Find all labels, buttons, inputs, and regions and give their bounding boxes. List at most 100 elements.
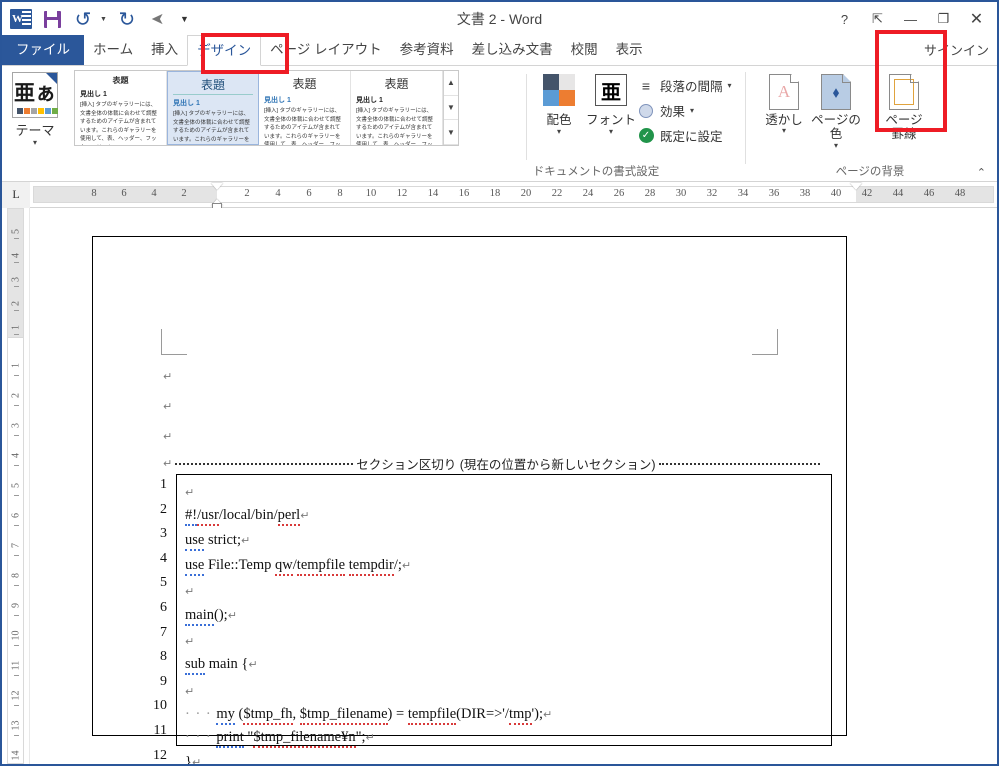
line-number: 8	[160, 649, 167, 665]
tab-page-layout[interactable]: ページ レイアウト	[261, 35, 390, 65]
vertical-scrollbar[interactable]	[995, 208, 997, 764]
undo-dropdown-icon[interactable]: ▼	[100, 16, 107, 23]
paragraph-spacing-button[interactable]: ≡ 段落の間隔 ▾	[637, 75, 736, 96]
tab-design[interactable]: デザイン	[187, 35, 262, 66]
ruler-number: 38	[799, 188, 811, 199]
horizontal-ruler[interactable]: L 8 6 4 2 2 4 6 8 10 12 14 16 18 20 22 2…	[2, 181, 997, 209]
line-number: 6	[160, 599, 167, 615]
style-body: [挿入] タブのギャラリーには、文書全体の体裁に合わせて調整するためのアイテムが…	[356, 108, 434, 145]
style-set-item[interactable]: 表題 見出し 1 [挿入] タブのギャラリーには、文書全体の体裁に合わせて調整す…	[351, 71, 443, 145]
style-body: [挿入] タブのギャラリーには、文書全体の体裁に合わせて調整するためのアイテムが…	[173, 111, 251, 143]
help-button[interactable]: ?	[828, 5, 861, 33]
ruler-number: 24	[582, 188, 594, 199]
vertical-ruler[interactable]: 5 4 3 2 1 1 2 3 4 5 6 7 8 9 10 11 12 13 …	[2, 208, 30, 764]
watermark-button[interactable]: A 透かし ▾	[758, 70, 810, 135]
vruler-number: 1	[10, 325, 22, 330]
gallery-scroll-up-icon[interactable]: ▲	[444, 71, 458, 96]
maximize-button[interactable]: ❐	[927, 5, 960, 33]
line-number: 5	[160, 575, 167, 591]
ruler-track[interactable]: 8 6 4 2 2 4 6 8 10 12 14 16 18 20 22 24 …	[33, 183, 994, 209]
line-number: 12	[153, 747, 167, 763]
margin-corner-top-right	[752, 329, 778, 355]
code-line-2[interactable]: #!/usr/local/bin/perl↵	[185, 507, 309, 526]
save-icon[interactable]	[41, 8, 63, 30]
effects-button[interactable]: 効果 ▾	[637, 100, 736, 121]
fonts-button[interactable]: 亜 フォント ▾	[585, 70, 637, 136]
ruler-number: 6	[121, 188, 127, 199]
tab-review[interactable]: 校閲	[562, 35, 607, 65]
code-line-8[interactable]: sub main {↵	[185, 656, 258, 675]
paragraph-mark: ↵	[185, 685, 195, 698]
customize-qat-icon[interactable]: ▼	[180, 14, 189, 24]
tab-references[interactable]: 参考資料	[391, 35, 463, 65]
close-button[interactable]: ✕	[960, 5, 993, 33]
page-borders-icon	[889, 74, 919, 110]
style-set-item[interactable]: 表題 見出し 1 [挿入] タブのギャラリーには、文書全体の体裁に合わせて調整す…	[167, 71, 259, 145]
signin-link[interactable]: サインイン	[924, 36, 989, 66]
tab-mailings[interactable]: 差し込み文書	[463, 35, 562, 65]
style-title: 表題	[292, 77, 317, 91]
document-canvas[interactable]: ↵ ↵ ↵ ↵ セクション区切り (現在の位置から新しいセクション) 1 2 3	[30, 208, 997, 764]
style-body: [挿入] タブのギャラリーには、文書全体の体裁に合わせて調整するためのアイテムが…	[80, 102, 158, 145]
ribbon-tabs: ファイル ホーム 挿入 デザイン ページ レイアウト 参考資料 差し込み文書 校…	[2, 35, 997, 66]
page-borders-button[interactable]: ページ 罫線	[878, 70, 930, 142]
watermark-label: 透かし	[765, 113, 803, 127]
fonts-dropdown-icon[interactable]: ▾	[609, 128, 613, 136]
page-color-dropdown-icon[interactable]: ▾	[834, 141, 838, 150]
collapse-ribbon-icon[interactable]: ⌃	[977, 166, 986, 179]
line-number: 10	[153, 698, 167, 714]
set-as-default-button[interactable]: ✓ 既定に設定	[637, 125, 736, 146]
ruler-number: 8	[91, 188, 97, 199]
line-number: 3	[160, 526, 167, 542]
code-line-11[interactable]: · · · print "$tmp_filename¥n";↵	[185, 729, 375, 748]
style-set-item[interactable]: 表題 見出し 1 [挿入] タブのギャラリーには、文書全体の体裁に合わせて調整す…	[75, 71, 167, 145]
undo-icon[interactable]: ↺	[72, 8, 94, 30]
style-heading: 見出し 1	[80, 91, 107, 98]
ruler-number: 36	[768, 188, 780, 199]
effects-dropdown-icon[interactable]: ▾	[690, 106, 694, 115]
style-set-gallery: 表題 見出し 1 [挿入] タブのギャラリーには、文書全体の体裁に合わせて調整す…	[74, 70, 459, 146]
tab-home[interactable]: ホーム	[84, 35, 142, 65]
theme-small-commands: ≡ 段落の間隔 ▾ 効果 ▾ ✓ 既定に設定	[637, 70, 736, 146]
ruler-number: 34	[737, 188, 749, 199]
ruler-number: 4	[275, 188, 281, 199]
tab-stop-selector[interactable]: L	[2, 181, 30, 208]
colors-button[interactable]: 配色 ▾	[533, 70, 585, 136]
tab-insert[interactable]: 挿入	[142, 35, 187, 65]
code-line-4[interactable]: use File::Temp qw/tempfile tempdir/;↵	[185, 557, 411, 576]
code-line-12[interactable]: }↵	[185, 755, 201, 764]
fonts-icon: 亜	[595, 74, 627, 106]
minimize-button[interactable]: —	[894, 5, 927, 33]
code-line-10[interactable]: · · · my ($tmp_fh, $tmp_filename) = temp…	[185, 706, 552, 725]
watermark-dropdown-icon[interactable]: ▾	[782, 127, 786, 135]
colors-dropdown-icon[interactable]: ▾	[557, 128, 561, 136]
first-line-indent-marker[interactable]	[211, 183, 223, 190]
redo-icon[interactable]: ↻	[116, 8, 138, 30]
themes-dropdown-icon[interactable]: ▾	[33, 139, 37, 147]
paragraph-spacing-dropdown-icon[interactable]: ▾	[728, 81, 732, 90]
gallery-scrollbar[interactable]: ▲ ▼ ▼	[443, 71, 458, 146]
fonts-label: フォント	[585, 113, 636, 127]
paragraph-mark: ↵	[163, 457, 173, 470]
code-line-3[interactable]: use strict;↵	[185, 532, 250, 551]
style-heading: 見出し 1	[173, 100, 200, 107]
ribbon-display-options-button[interactable]: ⇱	[861, 5, 894, 33]
themes-button[interactable]: 亜ぁ テーマ ▾	[2, 70, 68, 147]
right-indent-marker[interactable]	[850, 183, 862, 190]
style-set-item[interactable]: 表題 見出し 1 [挿入] タブのギャラリーには、文書全体の体裁に合わせて調整す…	[259, 71, 351, 145]
document-page[interactable]: ↵ ↵ ↵ ↵ セクション区切り (現在の位置から新しいセクション) 1 2 3	[92, 236, 847, 764]
tab-file[interactable]: ファイル	[2, 35, 84, 65]
ruler-number: 12	[396, 188, 408, 199]
gallery-scroll-down-icon[interactable]: ▼	[444, 96, 458, 121]
themes-glyph: 亜ぁ	[14, 80, 56, 105]
pointer-icon[interactable]: ➤	[147, 8, 169, 30]
vruler-number: 14	[10, 750, 22, 761]
tab-view[interactable]: 表示	[607, 35, 652, 65]
page-color-button[interactable]: ⬧ ページの色 ▾	[810, 70, 862, 150]
code-line-6[interactable]: main();↵	[185, 607, 237, 626]
paragraph-spacing-icon: ≡	[641, 77, 651, 94]
style-heading: 見出し 1	[356, 97, 383, 104]
ruler-number: 48	[954, 188, 966, 199]
gallery-more-icon[interactable]: ▼	[444, 120, 458, 146]
word-window: ↺ ▼ ↻ ➤ ▼ 文書 2 - Word ? ⇱ — ❐ ✕ ファイル ホーム…	[0, 0, 999, 766]
